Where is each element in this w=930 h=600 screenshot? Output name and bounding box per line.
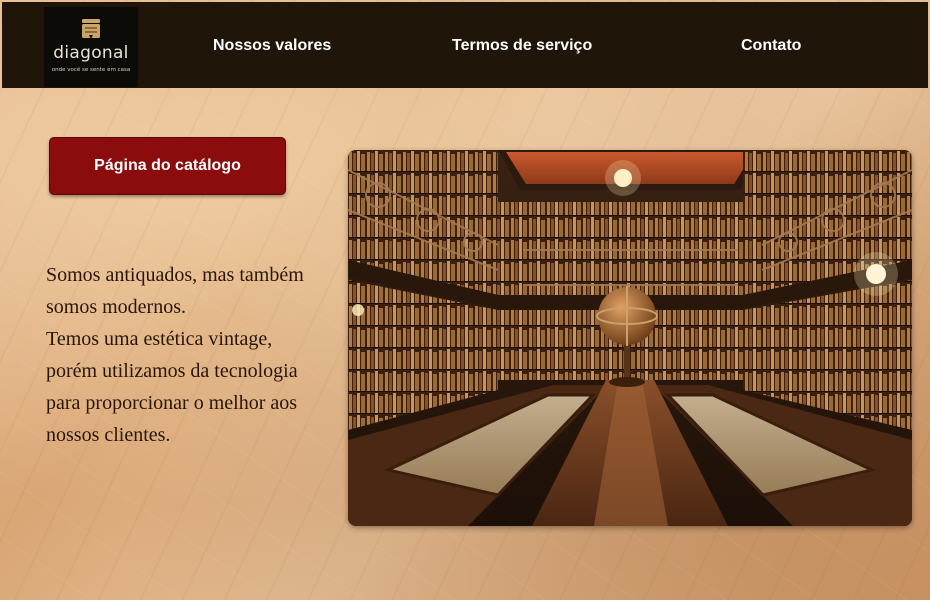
intro-text: Somos antiquados, mas também somos moder… bbox=[46, 264, 304, 446]
catalog-page-button[interactable]: Página do catálogo bbox=[49, 137, 286, 195]
nav-link-nossos-valores[interactable]: Nossos valores bbox=[213, 37, 331, 55]
book-icon bbox=[82, 19, 100, 39]
nav-link-termos-de-servico[interactable]: Termos de serviço bbox=[452, 37, 592, 55]
top-navigation-bar: diagonal onde você se sente em casa Noss… bbox=[2, 2, 928, 88]
library-hero-image bbox=[348, 150, 912, 526]
nav-link-contato[interactable]: Contato bbox=[741, 37, 801, 55]
brand-logo[interactable]: diagonal onde você se sente em casa bbox=[44, 7, 138, 87]
brand-tagline: onde você se sente em casa bbox=[51, 67, 131, 73]
library-interior-illustration bbox=[348, 150, 912, 526]
brand-name: diagonal bbox=[53, 43, 129, 63]
